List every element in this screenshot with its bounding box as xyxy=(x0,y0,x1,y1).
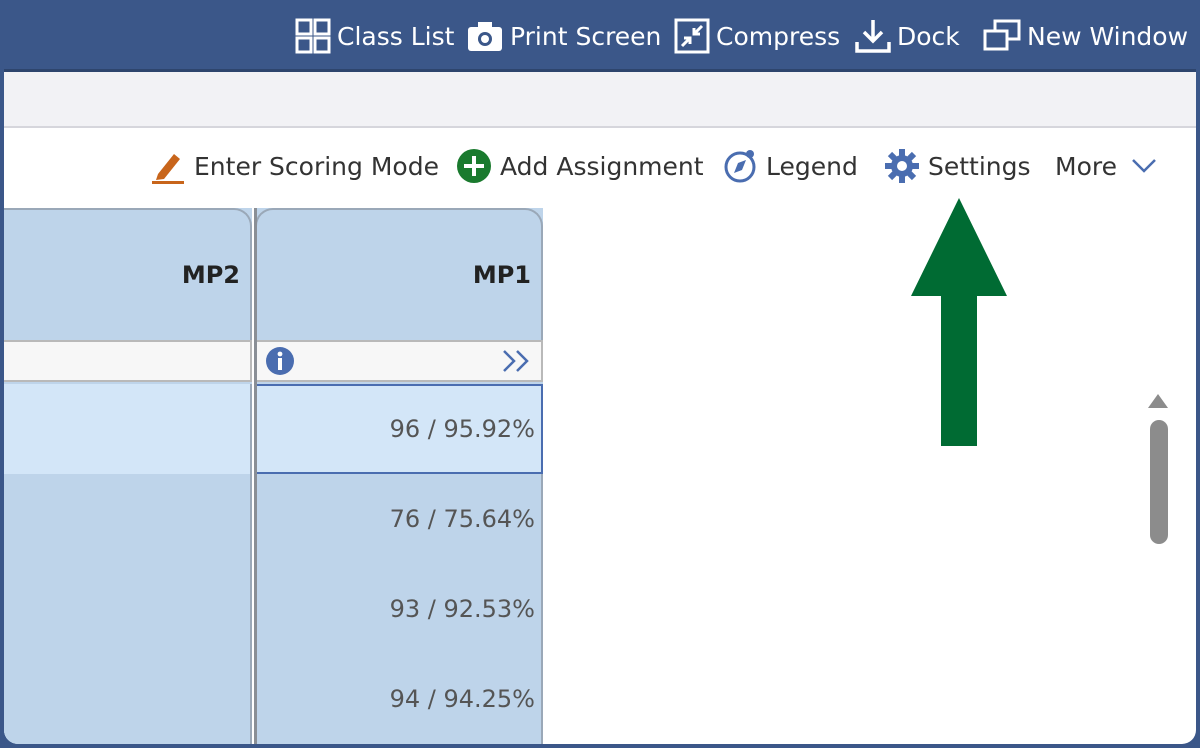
column-divider xyxy=(254,208,257,744)
grade-cell[interactable]: 96 / 95.92% xyxy=(255,384,543,474)
mp1-column-header[interactable]: MP1 xyxy=(255,208,543,340)
legend-button[interactable]: Legend xyxy=(722,146,858,186)
more-dropdown[interactable]: More xyxy=(1055,146,1165,186)
add-assignment-label: Add Assignment xyxy=(500,151,704,181)
info-icon[interactable] xyxy=(265,346,295,376)
settings-label: Settings xyxy=(928,151,1031,181)
compass-icon xyxy=(724,150,756,183)
enter-scoring-mode-label: Enter Scoring Mode xyxy=(194,151,439,181)
mp2-subrow xyxy=(4,340,252,382)
scroll-up-icon[interactable] xyxy=(1144,390,1172,414)
enter-scoring-mode-button[interactable]: Enter Scoring Mode xyxy=(150,146,439,186)
mp2-column-header[interactable]: MP2 xyxy=(4,208,252,340)
class-list-button[interactable]: Class List xyxy=(295,16,454,56)
grid-icon xyxy=(295,18,331,54)
vertical-scrollbar-thumb[interactable] xyxy=(1150,420,1168,544)
compress-label: Compress xyxy=(716,21,841,51)
print-screen-button[interactable]: Print Screen xyxy=(466,16,661,56)
top-bar: Class List Print Screen Compress Dock Ne… xyxy=(4,0,1196,72)
legend-label: Legend xyxy=(766,151,858,181)
print-screen-label: Print Screen xyxy=(510,21,662,51)
new-window-icon xyxy=(983,19,1021,51)
more-label: More xyxy=(1055,151,1117,181)
grade-cell[interactable]: 94 / 94.25% xyxy=(255,654,543,744)
camera-icon xyxy=(468,22,502,51)
mp1-subrow xyxy=(255,340,543,382)
annotation-arrow-icon xyxy=(911,198,1007,446)
grade-cell[interactable] xyxy=(4,474,252,564)
mp2-header-label: MP2 xyxy=(181,261,240,289)
grade-cell[interactable] xyxy=(4,654,252,744)
compress-icon xyxy=(674,18,710,54)
new-window-label: New Window xyxy=(1027,21,1189,51)
settings-button[interactable]: Settings xyxy=(884,146,1031,186)
grade-cell[interactable] xyxy=(4,384,252,474)
dock-label: Dock xyxy=(897,21,960,51)
add-assignment-button[interactable]: Add Assignment xyxy=(456,146,704,186)
grade-cell[interactable] xyxy=(4,564,252,654)
gear-icon xyxy=(885,149,919,183)
mp1-header-label: MP1 xyxy=(472,261,531,289)
plus-circle-icon xyxy=(457,149,491,183)
app-frame: Class List Print Screen Compress Dock Ne… xyxy=(4,0,1196,744)
dock-button[interactable]: Dock xyxy=(855,16,960,56)
mp1-column: MP1 96 / 95.92% 76 / 75.64% 93 / 92.53% … xyxy=(255,208,543,744)
compress-button[interactable]: Compress xyxy=(674,16,840,56)
class-list-label: Class List xyxy=(337,21,455,51)
double-chevron-right-icon[interactable] xyxy=(501,348,533,374)
grade-cell[interactable]: 93 / 92.53% xyxy=(255,564,543,654)
new-window-button[interactable]: New Window xyxy=(983,16,1188,56)
chevron-down-icon xyxy=(1132,159,1156,173)
sub-header-strip xyxy=(4,72,1196,128)
grade-cell[interactable]: 76 / 75.64% xyxy=(255,474,543,564)
pencil-icon xyxy=(152,154,184,184)
download-icon xyxy=(855,20,891,53)
mp2-column: MP2 xyxy=(4,208,252,744)
